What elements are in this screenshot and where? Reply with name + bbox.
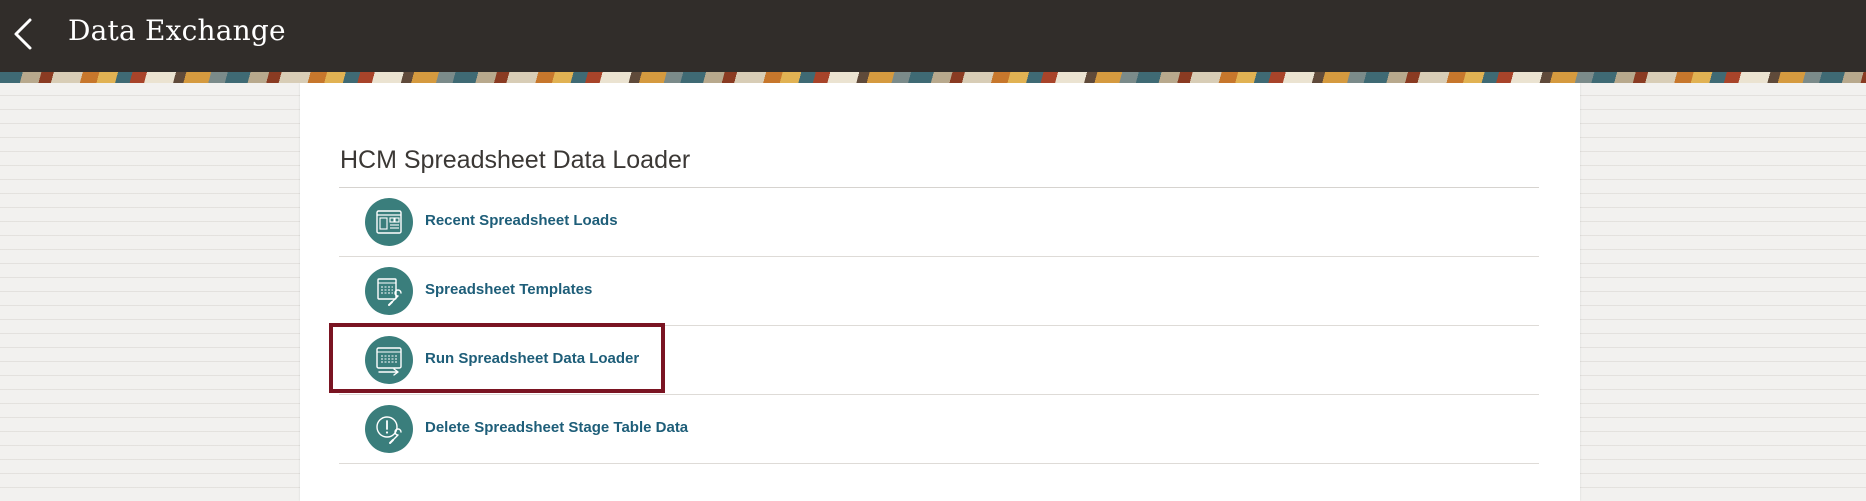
- page-header: Data Exchange: [0, 0, 1866, 72]
- task-delete-spreadsheet-stage-table-data[interactable]: Delete Spreadsheet Stage Table Data: [339, 395, 1539, 464]
- task-run-spreadsheet-data-loader[interactable]: Run Spreadsheet Data Loader: [339, 326, 1539, 395]
- task-spreadsheet-templates[interactable]: Spreadsheet Templates: [339, 257, 1539, 326]
- delete-stage-data-icon[interactable]: [365, 405, 413, 453]
- task-recent-spreadsheet-loads[interactable]: Recent Spreadsheet Loads: [339, 188, 1539, 257]
- page-title: Data Exchange: [68, 14, 286, 47]
- section-title: HCM Spreadsheet Data Loader: [340, 146, 691, 174]
- run-loader-icon[interactable]: [365, 336, 413, 384]
- task-list: Recent Spreadsheet Loads Spreadsheet Tem…: [339, 188, 1539, 464]
- back-button[interactable]: [8, 14, 38, 54]
- task-label[interactable]: Run Spreadsheet Data Loader: [425, 350, 639, 367]
- task-label[interactable]: Spreadsheet Templates: [425, 281, 592, 298]
- task-label[interactable]: Delete Spreadsheet Stage Table Data: [425, 419, 688, 436]
- chevron-left-icon: [14, 18, 32, 50]
- templates-icon[interactable]: [365, 267, 413, 315]
- content-panel: HCM Spreadsheet Data Loader Recent Sprea…: [300, 83, 1580, 501]
- decorative-banner: [0, 72, 1866, 83]
- recent-loads-icon[interactable]: [365, 198, 413, 246]
- task-label[interactable]: Recent Spreadsheet Loads: [425, 212, 618, 229]
